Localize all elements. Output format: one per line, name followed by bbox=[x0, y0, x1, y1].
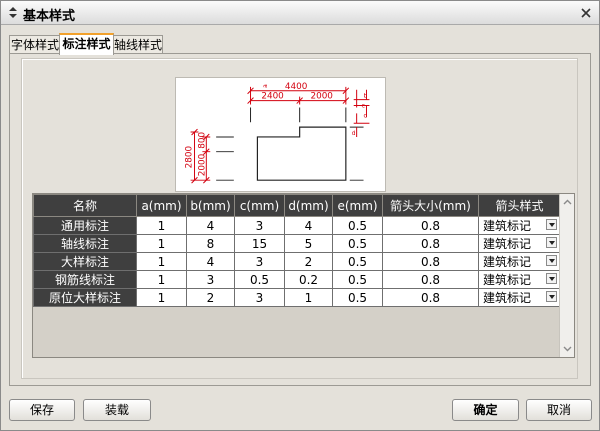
table-row[interactable]: 钢筋线标注 1 3 0.5 0.2 0.5 0.8 建筑标记 bbox=[33, 270, 561, 289]
row-name-cell[interactable]: 原位大样标注 bbox=[33, 288, 137, 307]
scroll-up-icon[interactable] bbox=[561, 196, 574, 209]
tick-label-e: e bbox=[362, 103, 366, 109]
dialog-window: 基本样式 字体样式 标注样式 轴线样式 4400 2400 2000 2800 … bbox=[0, 0, 600, 431]
cell-a[interactable]: 1 bbox=[136, 234, 187, 253]
style-table: 名称 a(mm) b(mm) c(mm) d(mm) e(mm) 箭头大小(mm… bbox=[33, 194, 561, 307]
window-title: 基本样式 bbox=[23, 9, 76, 24]
arrow-style-select[interactable]: 建筑标记 bbox=[478, 270, 561, 289]
tick-label-a: a bbox=[263, 84, 269, 88]
cell-arrow-size[interactable]: 0.8 bbox=[382, 216, 479, 235]
dim-top-left: 2400 bbox=[261, 92, 284, 102]
chevron-down-icon[interactable] bbox=[546, 219, 557, 230]
column-header-c[interactable]: c(mm) bbox=[234, 194, 285, 217]
close-icon[interactable] bbox=[579, 6, 593, 20]
chevron-down-icon[interactable] bbox=[546, 273, 557, 284]
arrow-style-select[interactable]: 建筑标记 bbox=[478, 288, 561, 307]
vertical-scrollbar[interactable] bbox=[559, 194, 574, 357]
tick-label-b: b bbox=[364, 94, 368, 100]
arrow-style-value: 建筑标记 bbox=[483, 237, 532, 251]
cell-e[interactable]: 0.5 bbox=[332, 234, 383, 253]
arrow-style-select[interactable]: 建筑标记 bbox=[478, 234, 561, 253]
table-row[interactable]: 原位大样标注 1 2 3 1 0.5 0.8 建筑标记 bbox=[33, 288, 561, 307]
tick-label-c: c bbox=[364, 113, 367, 119]
arrow-style-select[interactable]: 建筑标记 bbox=[478, 252, 561, 271]
cancel-button[interactable]: 取消 bbox=[526, 399, 592, 421]
chevron-down-icon[interactable] bbox=[546, 255, 557, 266]
tab-dimension-style[interactable]: 标注样式 bbox=[59, 33, 114, 55]
cell-e[interactable]: 0.5 bbox=[332, 288, 383, 307]
shape-outline bbox=[256, 126, 347, 181]
cell-b[interactable]: 2 bbox=[186, 288, 235, 307]
tick-label-d: d bbox=[352, 131, 356, 137]
tab-axis-style[interactable]: 轴线样式 bbox=[113, 35, 163, 55]
cell-arrow-size[interactable]: 0.8 bbox=[382, 270, 479, 289]
cell-b[interactable]: 8 bbox=[186, 234, 235, 253]
cell-e[interactable]: 0.5 bbox=[332, 252, 383, 271]
extension-lines bbox=[216, 107, 364, 181]
ok-button[interactable]: 确定 bbox=[452, 399, 519, 421]
cell-c[interactable]: 15 bbox=[234, 234, 285, 253]
cell-b[interactable]: 4 bbox=[186, 216, 235, 235]
table-row[interactable]: 通用标注 1 4 3 4 0.5 0.8 建筑标记 bbox=[33, 216, 561, 235]
table-row[interactable]: 大样标注 1 4 3 2 0.5 0.8 建筑标记 bbox=[33, 252, 561, 271]
chevron-down-icon[interactable] bbox=[546, 291, 557, 302]
cell-d[interactable]: 2 bbox=[284, 252, 333, 271]
cell-c[interactable]: 3 bbox=[234, 252, 285, 271]
column-header-name[interactable]: 名称 bbox=[33, 194, 137, 217]
arrow-style-value: 建筑标记 bbox=[483, 291, 532, 305]
cell-a[interactable]: 1 bbox=[136, 252, 187, 271]
save-button[interactable]: 保存 bbox=[9, 399, 75, 421]
arrow-style-value: 建筑标记 bbox=[483, 255, 532, 269]
dim-left-upper: 800 bbox=[197, 132, 207, 149]
tab-font-style[interactable]: 字体样式 bbox=[9, 35, 61, 55]
cell-d[interactable]: 4 bbox=[284, 216, 333, 235]
row-name-cell[interactable]: 轴线标注 bbox=[33, 234, 137, 253]
table-header-row: 名称 a(mm) b(mm) c(mm) d(mm) e(mm) 箭头大小(mm… bbox=[33, 194, 561, 217]
cell-b[interactable]: 4 bbox=[186, 252, 235, 271]
dim-top-right: 2000 bbox=[310, 92, 333, 102]
cell-d[interactable]: 5 bbox=[284, 234, 333, 253]
cell-e[interactable]: 0.5 bbox=[332, 216, 383, 235]
diamond-arrows-icon bbox=[9, 7, 17, 18]
scroll-down-icon[interactable] bbox=[561, 342, 574, 355]
chevron-down-icon[interactable] bbox=[546, 237, 557, 248]
arrow-style-value: 建筑标记 bbox=[483, 219, 532, 233]
tab-panel: 4400 2400 2000 2800 2000 800 a b c d e 名… bbox=[9, 53, 591, 386]
column-header-arrow-style[interactable]: 箭头样式 bbox=[478, 194, 561, 217]
load-button[interactable]: 装载 bbox=[83, 399, 151, 421]
cell-c[interactable]: 3 bbox=[234, 216, 285, 235]
cell-d[interactable]: 0.2 bbox=[284, 270, 333, 289]
dim-left-total: 2800 bbox=[185, 146, 195, 169]
title-bar[interactable]: 基本样式 bbox=[1, 1, 599, 25]
column-header-d[interactable]: d(mm) bbox=[284, 194, 333, 217]
cell-c[interactable]: 3 bbox=[234, 288, 285, 307]
cell-c[interactable]: 0.5 bbox=[234, 270, 285, 289]
style-grid: 名称 a(mm) b(mm) c(mm) d(mm) e(mm) 箭头大小(mm… bbox=[32, 193, 575, 358]
cell-arrow-size[interactable]: 0.8 bbox=[382, 252, 479, 271]
column-header-b[interactable]: b(mm) bbox=[186, 194, 235, 217]
cell-e[interactable]: 0.5 bbox=[332, 270, 383, 289]
cell-b[interactable]: 3 bbox=[186, 270, 235, 289]
arrow-style-value: 建筑标记 bbox=[483, 273, 532, 287]
dim-left-lower: 2000 bbox=[197, 153, 207, 176]
column-header-a[interactable]: a(mm) bbox=[136, 194, 187, 217]
column-header-arrow-size[interactable]: 箭头大小(mm) bbox=[382, 194, 479, 217]
dimension-preview: 4400 2400 2000 2800 2000 800 a b c d e bbox=[175, 77, 386, 192]
row-name-cell[interactable]: 钢筋线标注 bbox=[33, 270, 137, 289]
arrow-style-select[interactable]: 建筑标记 bbox=[478, 216, 561, 235]
cell-d[interactable]: 1 bbox=[284, 288, 333, 307]
row-name-cell[interactable]: 通用标注 bbox=[33, 216, 137, 235]
dim-top-total: 4400 bbox=[285, 82, 308, 92]
cell-arrow-size[interactable]: 0.8 bbox=[382, 234, 479, 253]
cell-a[interactable]: 1 bbox=[136, 216, 187, 235]
table-row[interactable]: 轴线标注 1 8 15 5 0.5 0.8 建筑标记 bbox=[33, 234, 561, 253]
cell-arrow-size[interactable]: 0.8 bbox=[382, 288, 479, 307]
cell-a[interactable]: 1 bbox=[136, 288, 187, 307]
cell-a[interactable]: 1 bbox=[136, 270, 187, 289]
row-name-cell[interactable]: 大样标注 bbox=[33, 252, 137, 271]
column-header-e[interactable]: e(mm) bbox=[332, 194, 383, 217]
